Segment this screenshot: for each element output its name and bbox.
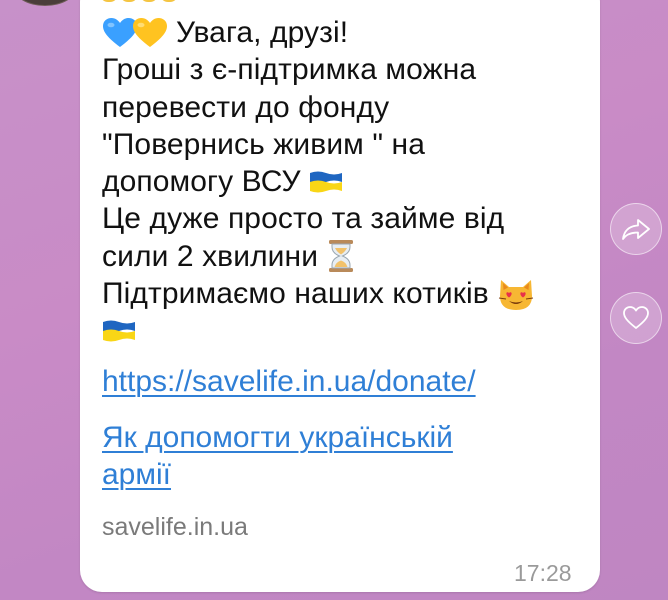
- message-line: Підтримаємо наших котиків: [102, 275, 582, 312]
- greeting-text: Увага, друзі!: [176, 16, 349, 49]
- message-line: допомогу ВСУ: [102, 163, 582, 200]
- message-line: [102, 312, 582, 349]
- greeting-line: Увага, друзі!: [102, 14, 582, 51]
- message-text: Увага, друзі! Гроші з є-підтримка можна …: [102, 14, 582, 350]
- link-preview-title[interactable]: армії: [102, 458, 171, 492]
- yellow-heart-icon: [133, 17, 167, 47]
- message-line: перевести до фонду: [102, 90, 390, 124]
- ukraine-flag-icon: [310, 171, 343, 193]
- message-line: Це дуже просто та займе від: [102, 202, 505, 236]
- heart-outline-icon: [623, 306, 649, 329]
- message-time: 17:28: [514, 560, 572, 586]
- heart-eyes-cat-icon: [499, 279, 534, 310]
- ukraine-flag-icon: [103, 320, 135, 342]
- message-line: сили 2 хвилини: [102, 238, 582, 275]
- link-preview-domain: savelife.in.ua: [102, 513, 248, 541]
- donate-link[interactable]: https://savelife.in.ua/donate/: [102, 365, 476, 399]
- previous-message-emoji-edge: [100, 0, 178, 2]
- avatar[interactable]: [14, 0, 76, 6]
- hourglass-icon: [328, 240, 353, 273]
- message-line: "Повернись живим " на: [102, 127, 425, 161]
- like-button[interactable]: [610, 292, 662, 344]
- message-line: Гроші з є-підтримка можна: [102, 53, 477, 87]
- share-icon: [622, 219, 650, 240]
- link-preview-title[interactable]: Як допомогти українській: [102, 421, 453, 455]
- share-button[interactable]: [610, 203, 662, 255]
